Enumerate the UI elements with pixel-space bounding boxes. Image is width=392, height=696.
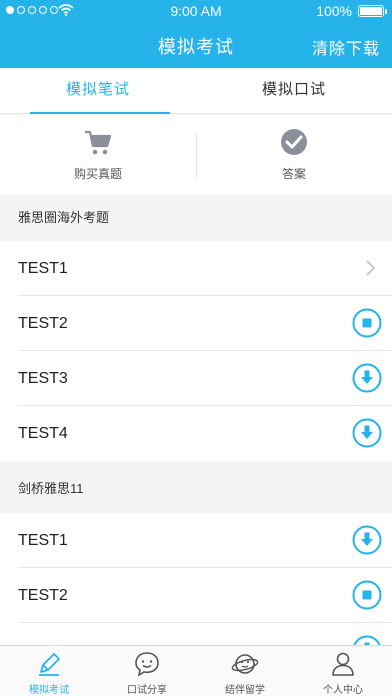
test-label: TEST3 — [18, 370, 68, 387]
status-bar: 9:00 AM 100% — [0, 0, 392, 22]
chevron-right-icon — [366, 260, 376, 276]
quick-actions: 购买真题 答案 — [0, 115, 392, 195]
stop-download-icon[interactable] — [352, 308, 382, 338]
top-bar: 9:00 AM 100% 模拟考试 清除下载 — [0, 0, 392, 68]
clear-downloads-button[interactable]: 清除下载 — [312, 35, 380, 59]
answers-label: 答案 — [281, 167, 306, 181]
list-item[interactable]: TEST1 — [0, 241, 392, 296]
exam-type-tabs: 模拟笔试 模拟口试 — [0, 68, 392, 114]
cart-icon — [85, 130, 112, 155]
tab-label: 模拟笔试 — [65, 81, 130, 98]
bottom-tab-bar: 模拟考试 口试分享 结伴留学 个人中心 — [0, 645, 392, 696]
test-label: TEST4 — [18, 425, 68, 442]
list-item[interactable]: TEST4 — [0, 406, 392, 461]
battery-percent: 100% — [316, 3, 352, 19]
tabbar-label: 结伴留学 — [225, 685, 265, 696]
test-label: TEST1 — [18, 260, 68, 277]
tabbar-label: 个人中心 — [323, 685, 363, 696]
tabbar-item-profile[interactable]: 个人中心 — [294, 646, 392, 696]
test-label: TEST1 — [18, 532, 68, 549]
list-item[interactable]: TEST2 — [0, 568, 392, 623]
pencil-icon — [39, 653, 60, 676]
section-header: 剑桥雅思11 — [0, 466, 392, 512]
check-badge-icon — [281, 129, 307, 155]
stop-download-icon[interactable] — [352, 580, 382, 610]
tabbar-label: 模拟考试 — [29, 685, 69, 696]
buy-papers-button[interactable]: 购买真题 — [0, 115, 196, 195]
download-icon[interactable] — [352, 418, 382, 448]
test-label: TEST2 — [18, 315, 68, 332]
tab-written-mock[interactable]: 模拟笔试 — [0, 68, 196, 114]
chat-face-icon — [135, 652, 159, 677]
list-item[interactable]: TEST3 — [0, 351, 392, 406]
buy-papers-label: 购买真题 — [73, 167, 122, 181]
tab-label: 模拟口试 — [261, 81, 326, 98]
person-icon — [332, 652, 354, 676]
tabbar-item-mock-exam[interactable]: 模拟考试 — [0, 646, 98, 696]
list-item[interactable]: TEST1 — [0, 513, 392, 568]
planet-face-icon — [231, 654, 259, 674]
tabbar-item-study-abroad[interactable]: 结伴留学 — [196, 646, 294, 696]
download-icon[interactable] — [352, 363, 382, 393]
battery-icon — [358, 5, 387, 17]
tabbar-item-speaking-share[interactable]: 口试分享 — [98, 646, 196, 696]
section-header: 雅思圈海外考题 — [0, 195, 392, 241]
list-item[interactable]: TEST2 — [0, 296, 392, 351]
download-icon[interactable] — [352, 525, 382, 555]
test-label: TEST2 — [18, 587, 68, 604]
tab-speaking-mock[interactable]: 模拟口试 — [196, 68, 392, 114]
tabbar-label: 口试分享 — [127, 685, 167, 696]
answers-button[interactable]: 答案 — [196, 115, 392, 195]
active-tab-indicator — [30, 112, 170, 114]
